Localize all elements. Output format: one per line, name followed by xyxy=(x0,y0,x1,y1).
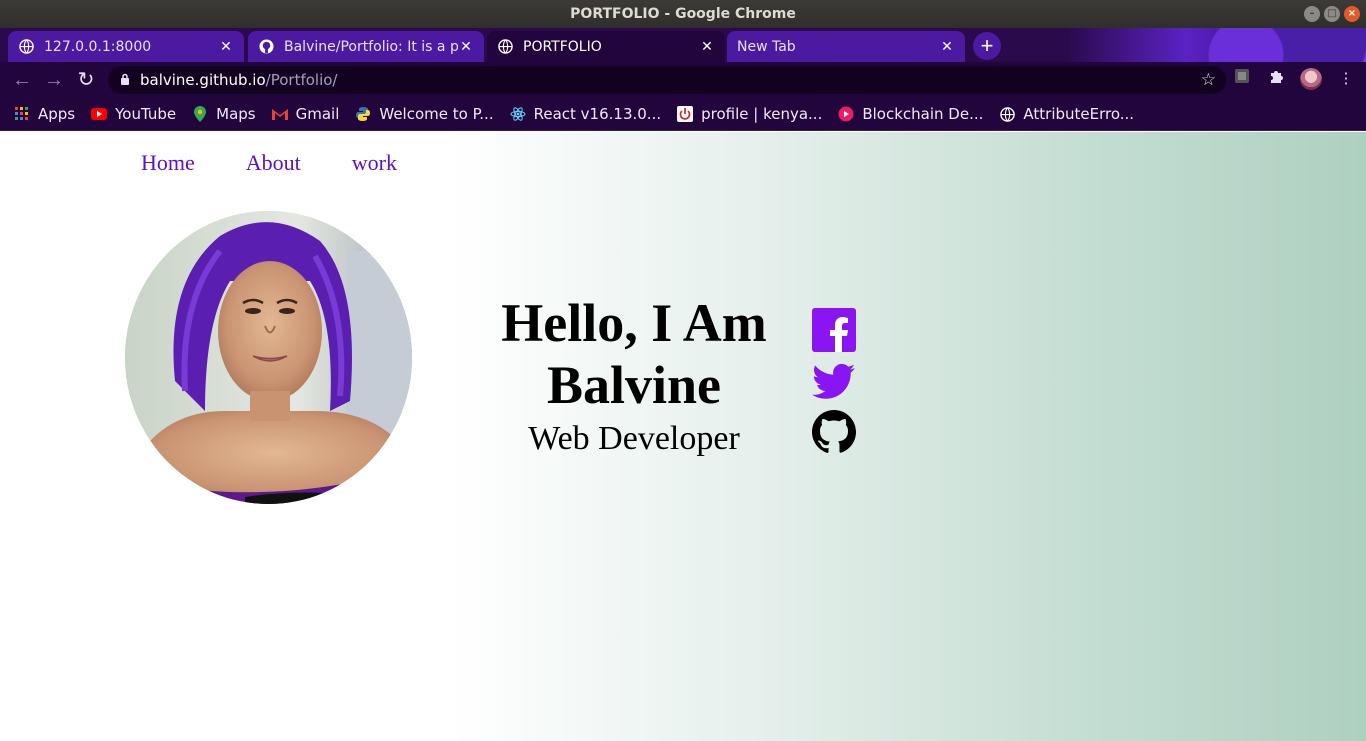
site-nav: Home About work xyxy=(141,150,397,176)
bookmark-label: AttributeErro... xyxy=(1023,105,1135,123)
new-tab-button[interactable]: + xyxy=(973,32,1001,60)
tab-new-tab[interactable]: New Tab ✕ xyxy=(727,31,965,62)
bookmark-gmail[interactable]: Gmail xyxy=(271,105,340,123)
bookmark-label: React v16.13.0... xyxy=(533,105,662,123)
bookmark-label: Apps xyxy=(38,105,76,123)
social-links xyxy=(812,308,858,461)
forward-arrow-icon[interactable]: → xyxy=(38,64,70,96)
window-title-bar: PORTFOLIO - Google Chrome – □ × xyxy=(0,0,1366,28)
globe-icon xyxy=(999,106,1015,122)
tab-strip: 127.0.0.1:8000 ✕ Balvine/Portfolio: It i… xyxy=(0,28,1366,62)
bookmark-label: Blockchain De... xyxy=(862,105,984,123)
tab-portfolio[interactable]: PORTFOLIO ✕ xyxy=(487,31,725,62)
tab-label: 127.0.0.1:8000 xyxy=(44,38,152,55)
bookmark-react[interactable]: React v16.13.0... xyxy=(510,105,662,123)
window-controls: – □ × xyxy=(1304,6,1360,22)
bookmark-label: YouTube xyxy=(115,105,177,123)
tab-label: PORTFOLIO xyxy=(523,38,602,55)
close-window-button[interactable]: × xyxy=(1344,6,1360,22)
apps-grid-icon xyxy=(14,106,30,122)
hero-intro: Hello, I Am Balvine Web Developer xyxy=(484,292,784,458)
bookmark-blockchain[interactable]: Blockchain De... xyxy=(838,105,983,123)
nav-link-home[interactable]: Home xyxy=(141,150,195,176)
puzzle-extensions-icon[interactable] xyxy=(1266,68,1286,90)
facebook-icon[interactable] xyxy=(812,308,856,352)
react-icon xyxy=(510,106,526,122)
close-tab-icon[interactable]: ✕ xyxy=(939,39,955,55)
python-icon xyxy=(355,106,371,122)
address-bar[interactable]: balvine.github.io/Portfolio/ ☆ xyxy=(108,66,1226,94)
close-tab-icon[interactable]: ✕ xyxy=(218,39,234,55)
twitter-icon[interactable] xyxy=(812,359,856,403)
play-circle-icon xyxy=(838,106,854,122)
tab-label: New Tab xyxy=(737,38,796,55)
hero-heading-line1: Hello, I Am xyxy=(501,293,767,353)
close-tab-icon[interactable]: ✕ xyxy=(699,39,715,55)
bookmark-maps[interactable]: Maps xyxy=(192,105,256,123)
hero-heading: Hello, I Am Balvine xyxy=(484,292,784,416)
tab-label: Balvine/Portfolio: It is a p xyxy=(284,38,458,55)
kebab-menu-icon[interactable]: ⋮ xyxy=(1336,68,1356,90)
bookmark-attributeerror[interactable]: AttributeErro... xyxy=(999,105,1134,123)
globe-icon xyxy=(497,39,513,55)
globe-icon xyxy=(18,39,34,55)
minimize-button[interactable]: – xyxy=(1304,6,1320,22)
url-path: /Portfolio/ xyxy=(265,71,338,89)
bookmarks-bar: Apps YouTube Maps Gmail Welcome to P... … xyxy=(0,98,1366,131)
profile-photo xyxy=(125,211,412,504)
bookmark-label: Welcome to P... xyxy=(379,105,494,123)
bookmark-label: Maps xyxy=(216,105,256,123)
browser-toolbar: ← → ↻ balvine.github.io/Portfolio/ ☆ ⋮ xyxy=(0,62,1366,98)
toolbar-actions: ⋮ xyxy=(1232,68,1356,90)
power-icon xyxy=(677,106,694,122)
close-tab-icon[interactable]: ✕ xyxy=(458,39,474,55)
youtube-icon xyxy=(91,106,108,122)
nav-link-about[interactable]: About xyxy=(246,150,301,176)
bookmark-profile-kenya[interactable]: profile | kenya... xyxy=(677,105,822,123)
github-icon xyxy=(258,39,274,55)
page-content: Home About work Hello, I Am Balvine Web … xyxy=(0,132,1366,741)
window-title: PORTFOLIO - Google Chrome xyxy=(570,6,796,22)
tab-github-repo[interactable]: Balvine/Portfolio: It is a p ✕ xyxy=(248,31,484,62)
gmail-icon xyxy=(271,106,288,122)
bookmark-python[interactable]: Welcome to P... xyxy=(355,105,494,123)
bookmark-apps[interactable]: Apps xyxy=(14,105,75,123)
back-arrow-icon[interactable]: ← xyxy=(6,64,38,96)
nav-link-work[interactable]: work xyxy=(352,150,397,176)
bookmark-label: profile | kenya... xyxy=(701,105,823,123)
hero-heading-line2: Balvine xyxy=(546,355,722,415)
github-icon[interactable] xyxy=(812,410,856,454)
url-host: balvine.github.io xyxy=(140,71,266,89)
bookmark-star-icon[interactable]: ☆ xyxy=(1201,70,1216,90)
hero-role: Web Developer xyxy=(528,420,740,457)
tab-localhost[interactable]: 127.0.0.1:8000 ✕ xyxy=(8,31,244,62)
lock-icon xyxy=(120,73,130,88)
theme-decoration xyxy=(1066,28,1366,62)
profile-avatar[interactable] xyxy=(1300,68,1322,90)
extension-icon[interactable] xyxy=(1232,68,1252,90)
reload-icon[interactable]: ↻ xyxy=(70,64,102,96)
maximize-button[interactable]: □ xyxy=(1324,6,1340,22)
bookmark-youtube[interactable]: YouTube xyxy=(91,105,176,123)
bookmark-label: Gmail xyxy=(295,105,340,123)
maps-pin-icon xyxy=(192,106,208,122)
